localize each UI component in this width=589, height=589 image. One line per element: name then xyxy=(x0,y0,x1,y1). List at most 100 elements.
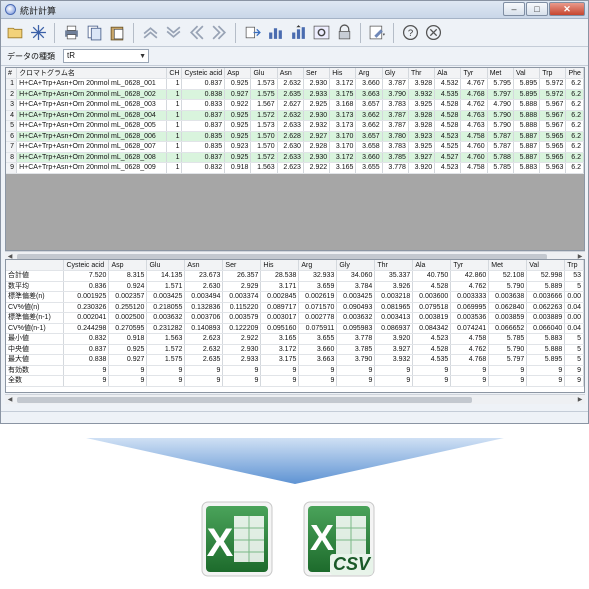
column-header[interactable]: Thr xyxy=(408,68,436,79)
column-header[interactable]: Trp xyxy=(539,68,567,79)
table-row[interactable]: 合計値 7.520 8.315 14.135 23.673 26.357 28.538 32.… xyxy=(6,270,584,282)
table-row[interactable]: 3 H+CA+Trp+Asn+Orn 20nmol mL_0628_003 1 0.8… xyxy=(6,99,584,111)
table-row[interactable]: 標準偏差(n-1) 0.002041 0.002500 0.003632 0.00370… xyxy=(6,312,584,324)
copy-sheet-icon[interactable] xyxy=(84,23,104,43)
close-button[interactable]: ✕ xyxy=(549,2,585,16)
close-circle-icon[interactable] xyxy=(423,23,443,43)
column-header[interactable]: Met xyxy=(488,260,528,271)
chromatogram-grid[interactable]: # クロマトグラム名 CH Cysteic acid Asp Glu Asn Ser His Ar… xyxy=(5,67,585,251)
table-row[interactable]: 有効数 9 9 9 9 9 9 9 9 9 9 9 9 9 9 xyxy=(6,365,584,376)
data-type-select[interactable]: tR ▼ xyxy=(63,49,149,63)
back-double-icon[interactable] xyxy=(186,23,206,43)
bottom-horizontal-scrollbar[interactable]: ◀ ▶ xyxy=(5,394,585,404)
column-header[interactable]: Ser xyxy=(303,68,331,79)
table-row[interactable]: 1 H+CA+Trp+Asn+Orn 20nmol mL_0628_001 1 0.8… xyxy=(6,78,584,90)
table-cell: 2.623 xyxy=(184,333,224,345)
column-header[interactable]: Ser xyxy=(222,260,262,271)
column-header[interactable]: Arg xyxy=(355,68,383,79)
up-icon[interactable] xyxy=(140,23,160,43)
table-cell: 2.933 xyxy=(303,89,331,100)
table-cell: 9 xyxy=(488,365,528,376)
export-icon[interactable] xyxy=(242,23,262,43)
table-row[interactable]: 7 H+CA+Trp+Asn+Orn 20nmol mL_0628_007 1 0.8… xyxy=(6,141,584,153)
table-cell: 9 xyxy=(222,365,262,376)
column-header[interactable]: クロマトグラム名 xyxy=(16,68,168,79)
column-header[interactable]: Asp xyxy=(108,260,148,271)
table-cell: 5.787 xyxy=(487,141,514,153)
chart-up-icon[interactable] xyxy=(288,23,308,43)
table-cell: 0.002500 xyxy=(108,312,148,324)
sparkle-icon[interactable] xyxy=(28,23,48,43)
column-header[interactable]: Asp xyxy=(224,68,252,79)
table-cell: 0.001925 xyxy=(63,291,110,303)
column-header[interactable]: Val xyxy=(526,260,566,271)
folder-open-icon[interactable] xyxy=(5,23,25,43)
table-row[interactable]: 8 H+CA+Trp+Asn+Orn 20nmol mL_0628_008 1 0.8… xyxy=(6,152,584,163)
column-header[interactable]: Trp xyxy=(564,260,584,271)
column-header[interactable]: Tyr xyxy=(450,260,490,271)
column-header[interactable]: Thr xyxy=(374,260,414,271)
table-cell: 2.628 xyxy=(277,131,304,142)
column-header[interactable]: Ala xyxy=(412,260,452,271)
column-header[interactable]: Glu xyxy=(250,68,278,79)
column-header[interactable]: Asn xyxy=(277,68,304,79)
table-row[interactable]: 4 H+CA+Trp+Asn+Orn 20nmol mL_0628_004 1 0.8… xyxy=(6,110,584,121)
column-header[interactable]: CH xyxy=(166,68,183,79)
table-row[interactable]: 5 H+CA+Trp+Asn+Orn 20nmol mL_0628_005 1 0.8… xyxy=(6,120,584,132)
excel-icon[interactable]: X xyxy=(198,498,276,580)
table-cell: 4.528 xyxy=(412,344,452,355)
table-cell: 3.170 xyxy=(329,141,357,153)
table-cell: 3.787 xyxy=(382,120,409,132)
table-row[interactable]: 2 H+CA+Trp+Asn+Orn 20nmol mL_0628_002 1 0.8… xyxy=(6,89,584,100)
down-icon[interactable] xyxy=(163,23,183,43)
table-cell: 5.895 xyxy=(526,354,566,366)
column-header[interactable]: Arg xyxy=(298,260,338,271)
table-row[interactable]: 最小値 0.832 0.918 1.563 2.623 2.922 3.165 3.655 3.… xyxy=(6,333,584,345)
table-row[interactable]: 数平均 0.836 0.924 1.571 2.630 2.929 3.171 3.659 3.… xyxy=(6,281,584,292)
column-header[interactable]: Met xyxy=(487,68,514,79)
column-header[interactable]: Glu xyxy=(146,260,186,271)
column-header[interactable]: Gly xyxy=(382,68,409,79)
forward-double-icon[interactable] xyxy=(209,23,229,43)
table-row[interactable]: 6 H+CA+Trp+Asn+Orn 20nmol mL_0628_006 1 0.8… xyxy=(6,131,584,142)
table-row[interactable]: CV%値(n) 0.230326 0.255120 0.218055 0.132836 0… xyxy=(6,302,584,313)
table-cell: 2.927 xyxy=(303,131,331,142)
table-row[interactable]: 中央値 0.837 0.925 1.572 2.632 2.930 3.172 3.660 3.… xyxy=(6,344,584,355)
settings-icon[interactable] xyxy=(311,23,331,43)
table-cell: 8.315 xyxy=(108,270,148,282)
table-cell: 4.760 xyxy=(460,141,488,153)
maximize-button[interactable]: □ xyxy=(526,2,548,16)
table-row[interactable]: 最大値 0.838 0.927 1.575 2.635 2.933 3.175 3.663 3.… xyxy=(6,354,584,366)
column-header[interactable]: Tyr xyxy=(460,68,488,79)
lock-icon[interactable] xyxy=(334,23,354,43)
column-header[interactable]: Val xyxy=(513,68,541,79)
column-header[interactable]: Asn xyxy=(184,260,224,271)
table-row[interactable]: 標準偏差(n) 0.001925 0.002357 0.003425 0.003494 0… xyxy=(6,291,584,303)
scroll-thumb[interactable] xyxy=(17,397,472,403)
table-cell: 3.920 xyxy=(374,333,414,345)
column-header[interactable] xyxy=(6,260,65,271)
excel-csv-icon[interactable]: X CSV xyxy=(300,498,378,580)
chart-icon[interactable] xyxy=(265,23,285,43)
scroll-right-icon[interactable]: ▶ xyxy=(575,395,585,405)
column-header[interactable]: Ala xyxy=(434,68,462,79)
scroll-left-icon[interactable]: ◀ xyxy=(5,395,15,405)
column-header[interactable]: Gly xyxy=(336,260,376,271)
tools-icon[interactable] xyxy=(367,23,387,43)
column-header[interactable]: Cysteic acid xyxy=(181,68,226,79)
column-header[interactable]: His xyxy=(329,68,357,79)
table-row[interactable]: CV%値(n-1) 0.244298 0.270595 0.231282 0.14089… xyxy=(6,323,584,334)
minimize-button[interactable]: – xyxy=(503,2,525,16)
table-row[interactable]: 9 H+CA+Trp+Asn+Orn 20nmol mL_0628_009 1 0.8… xyxy=(6,162,584,174)
column-header[interactable]: Phe xyxy=(565,68,584,79)
table-cell: 0.003638 xyxy=(488,291,528,303)
table-row[interactable]: 全数 9 9 9 9 9 9 9 9 9 9 9 9 9 9 xyxy=(6,375,584,387)
column-header[interactable]: Cysteic acid xyxy=(63,260,110,271)
paste-sheet-icon[interactable] xyxy=(107,23,127,43)
table-cell: 3.658 xyxy=(355,141,383,153)
column-header[interactable]: His xyxy=(260,260,300,271)
column-header[interactable]: # xyxy=(6,68,18,79)
statistics-grid[interactable]: Cysteic acid Asp Glu Asn Ser His Arg Gly Thr Ala T… xyxy=(5,259,585,393)
print-icon[interactable] xyxy=(61,23,81,43)
help-icon[interactable]: ? xyxy=(400,23,420,43)
